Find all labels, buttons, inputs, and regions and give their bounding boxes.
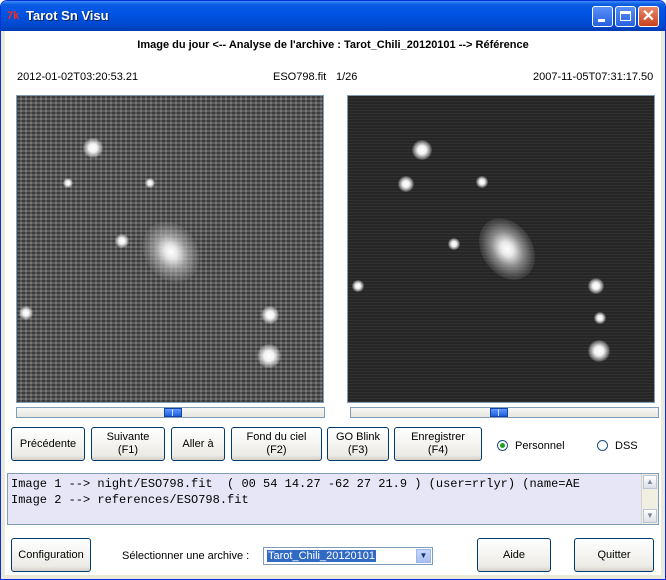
radio-personal[interactable] bbox=[497, 440, 508, 451]
maximize-icon bbox=[620, 11, 631, 21]
slider-thumb[interactable] bbox=[164, 408, 182, 417]
object-name: ESO798.fit bbox=[273, 71, 327, 83]
close-icon: ✕ bbox=[641, 8, 656, 25]
next-button[interactable]: Suivante (F1) bbox=[91, 427, 165, 461]
star bbox=[594, 312, 606, 324]
radio-selected-dot bbox=[500, 443, 505, 448]
goto-button[interactable]: Aller à bbox=[171, 427, 225, 461]
galaxy-blob bbox=[467, 207, 547, 291]
radio-dss[interactable] bbox=[597, 440, 608, 451]
radio-dss-label[interactable]: DSS bbox=[615, 440, 638, 452]
image-counter: 1/26 bbox=[336, 71, 358, 83]
scroll-up-icon[interactable]: ▲ bbox=[643, 475, 657, 489]
console-scrollbar[interactable]: ▲ ▼ bbox=[641, 474, 658, 524]
reference-contrast-slider[interactable] bbox=[350, 407, 659, 418]
archive-select-value: Tarot_Chili_20120101 bbox=[267, 550, 377, 562]
previous-button[interactable]: Précédente bbox=[11, 427, 85, 461]
galaxy-blob bbox=[131, 210, 211, 294]
archive-select-label: Sélectionner une archive : bbox=[122, 550, 250, 562]
app-window: 7k Tarot Sn Visu ✕ Image du jour <-- Ana… bbox=[0, 0, 666, 580]
minimize-button[interactable] bbox=[592, 6, 613, 27]
save-button[interactable]: Enregistrer (F4) bbox=[394, 427, 482, 461]
maximize-button[interactable] bbox=[615, 6, 636, 27]
star bbox=[19, 306, 33, 320]
star bbox=[83, 138, 103, 158]
configuration-button[interactable]: Configuration bbox=[11, 538, 91, 572]
app-icon: 7k bbox=[7, 10, 20, 22]
go-blink-button[interactable]: GO Blink (F3) bbox=[327, 427, 389, 461]
minimize-icon bbox=[598, 19, 605, 22]
tonight-contrast-slider[interactable] bbox=[16, 407, 325, 418]
chevron-down-icon[interactable]: ▼ bbox=[416, 549, 431, 563]
sky-background-button[interactable]: Fond du ciel (F2) bbox=[231, 427, 322, 461]
window-title: Tarot Sn Visu bbox=[26, 8, 109, 23]
star bbox=[257, 344, 281, 368]
star bbox=[476, 176, 488, 188]
star bbox=[145, 178, 155, 188]
help-button[interactable]: Aide bbox=[477, 538, 551, 572]
log-console[interactable]: Image 1 --> night/ESO798.fit ( 00 54 14.… bbox=[7, 473, 659, 525]
title-bar[interactable]: 7k Tarot Sn Visu ✕ bbox=[1, 1, 665, 31]
star bbox=[115, 234, 129, 248]
archive-select[interactable]: Tarot_Chili_20120101 ▼ bbox=[263, 547, 433, 565]
log-line: Image 1 --> night/ESO798.fit ( 00 54 14.… bbox=[11, 477, 580, 491]
star bbox=[588, 278, 604, 294]
quit-button[interactable]: Quitter bbox=[574, 538, 654, 572]
radio-personal-label[interactable]: Personnel bbox=[515, 440, 565, 452]
log-line: Image 2 --> references/ESO798.fit bbox=[11, 493, 249, 507]
star bbox=[398, 176, 414, 192]
close-button[interactable]: ✕ bbox=[638, 6, 659, 27]
client-area: Image du jour <-- Analyse de l'archive :… bbox=[5, 31, 661, 575]
star bbox=[261, 306, 279, 324]
tonight-date: 2012-01-02T03:20:53.21 bbox=[17, 71, 139, 83]
analysis-heading: Image du jour <-- Analyse de l'archive :… bbox=[137, 39, 529, 51]
reference-image[interactable] bbox=[347, 95, 655, 403]
reference-date: 2007-11-05T07:31:17.50 bbox=[533, 71, 654, 83]
star bbox=[352, 280, 364, 292]
tonight-image[interactable] bbox=[16, 95, 324, 403]
slider-thumb[interactable] bbox=[490, 408, 508, 417]
star bbox=[588, 340, 610, 362]
star bbox=[63, 178, 73, 188]
star bbox=[412, 140, 432, 160]
scroll-down-icon[interactable]: ▼ bbox=[643, 509, 657, 523]
star bbox=[448, 238, 460, 250]
